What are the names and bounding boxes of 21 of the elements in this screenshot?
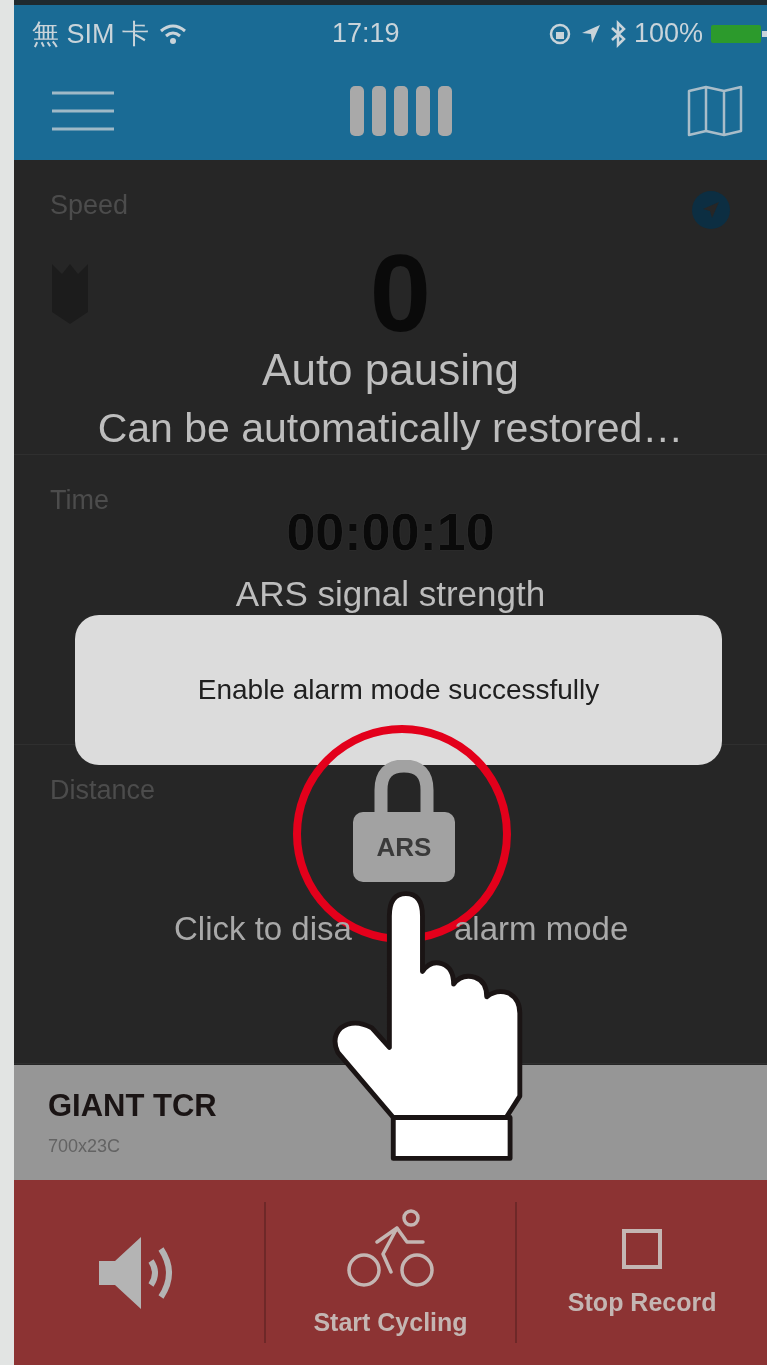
stop-record-button[interactable]: Stop Record [517,1202,767,1343]
cyclist-icon [346,1208,435,1290]
hint-text: alarm mode [454,910,629,948]
pause-message: Can be automatically restored… [96,405,685,452]
pause-title: Auto pausing [261,345,520,395]
battery-icon [711,23,767,44]
logo-icon [349,86,452,136]
signal-label: ARS signal strength [234,574,547,614]
toast-message: Enable alarm mode successfully [75,615,722,765]
start-cycling-button[interactable]: Start Cycling [265,1202,516,1343]
hint-text: Click to disa [174,910,352,948]
orientation-lock-icon [547,21,572,46]
menu-icon[interactable] [52,91,114,131]
bluetooth-icon [609,19,626,48]
bike-name: GIANT TCR [48,1088,218,1124]
status-time: 17:19 [332,18,401,49]
map-icon[interactable] [687,85,743,137]
wifi-icon [159,22,187,45]
carrier-text: 無 SIM 卡 [32,17,149,51]
stop-icon [621,1228,664,1270]
battery-percent: 100% [633,18,703,49]
